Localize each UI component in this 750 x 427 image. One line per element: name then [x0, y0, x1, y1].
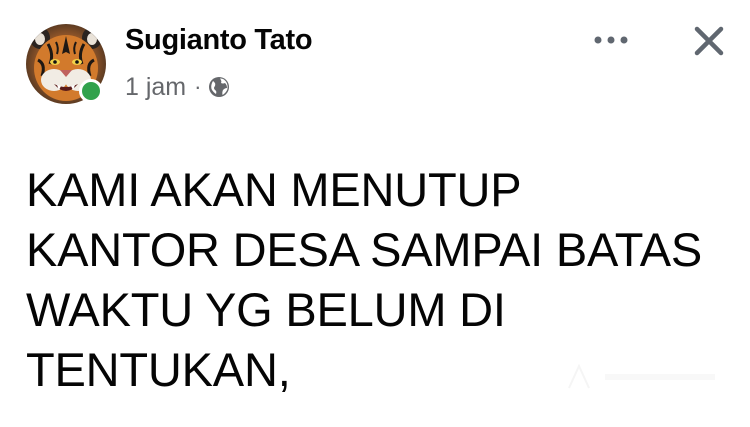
close-button[interactable]: [688, 20, 730, 62]
meta-separator: ·: [194, 74, 202, 99]
post-text-line: WAKTU YG BELUM DI: [26, 283, 506, 336]
faint-watermark-icon: [568, 363, 715, 389]
post-timestamp[interactable]: 1 jam: [125, 73, 186, 102]
online-status-indicator: [79, 79, 103, 103]
post-meta: 1 jam ·: [125, 72, 231, 102]
close-icon: [694, 26, 724, 56]
globe-icon[interactable]: [207, 75, 231, 99]
more-options-button[interactable]: [588, 22, 634, 58]
more-options-icon: [594, 36, 628, 44]
facebook-post: Sugianto Tato 1 jam · KAMI AKAN MENUTUP …: [0, 0, 750, 427]
post-text-line: KANTOR DESA SAMPAI BATAS: [26, 223, 703, 276]
author-name[interactable]: Sugianto Tato: [125, 24, 313, 57]
post-text-line: KAMI AKAN MENUTUP: [26, 163, 522, 216]
